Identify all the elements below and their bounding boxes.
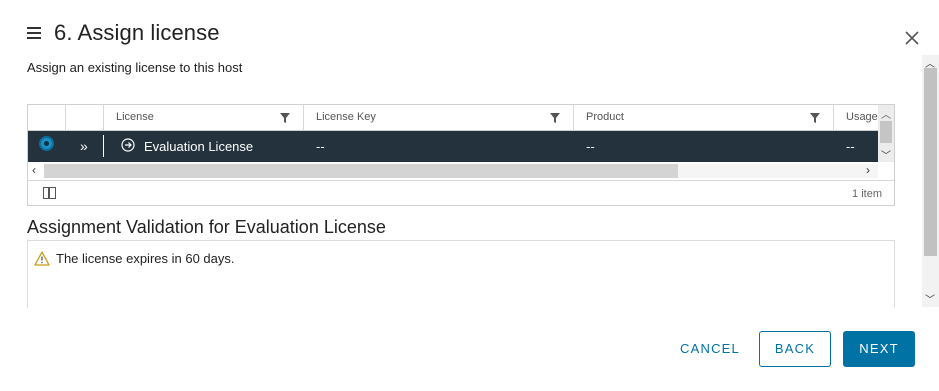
- cancel-button[interactable]: CANCEL: [672, 331, 748, 367]
- column-label: License: [116, 111, 154, 123]
- grid-header: License License Key Product Usage: [28, 105, 878, 131]
- column-header-product[interactable]: Product: [574, 105, 834, 130]
- filter-icon[interactable]: [550, 113, 560, 123]
- column-label: Usage: [846, 111, 878, 123]
- scrollbar-thumb[interactable]: [44, 164, 678, 178]
- table-row[interactable]: » Evaluation License -- -- --: [28, 131, 878, 162]
- dialog-title: 6. Assign license: [54, 20, 220, 45]
- validation-message: The license expires in 60 days.: [56, 251, 235, 266]
- back-button[interactable]: BACK: [759, 331, 831, 367]
- scroll-down-icon[interactable]: ﹀: [925, 291, 935, 306]
- validation-box: The license expires in 60 days.: [27, 240, 895, 308]
- arrow-circle-icon: [121, 138, 135, 152]
- scrollbar-thumb[interactable]: [880, 121, 892, 143]
- cell-product: --: [586, 139, 595, 154]
- column-label: Product: [586, 111, 624, 123]
- hamburger-menu-icon[interactable]: [27, 27, 41, 39]
- cell-license: Evaluation License: [144, 139, 254, 154]
- row-divider: [103, 135, 104, 157]
- select-column-header: [28, 105, 66, 130]
- license-grid: License License Key Product Usage » Eval…: [27, 104, 895, 206]
- grid-footer: 1 item: [28, 180, 894, 206]
- column-label: License Key: [316, 111, 376, 123]
- scroll-left-icon[interactable]: ‹: [32, 163, 36, 177]
- page-vertical-scrollbar[interactable]: ︿ ﹀: [922, 55, 939, 307]
- expand-column-header: [66, 105, 104, 130]
- cell-usage: --: [846, 139, 855, 154]
- warning-icon: [34, 251, 50, 266]
- grid-horizontal-scrollbar[interactable]: ‹ ›: [28, 162, 894, 180]
- validation-title: Assignment Validation for Evaluation Lic…: [27, 217, 386, 237]
- column-toggle-icon[interactable]: [43, 187, 56, 199]
- column-header-license-key[interactable]: License Key: [304, 105, 574, 130]
- grid-vertical-scrollbar[interactable]: ︿ ﹀: [878, 105, 894, 162]
- scroll-right-icon[interactable]: ›: [866, 163, 870, 177]
- row-select-radio[interactable]: [39, 136, 54, 151]
- dialog-subtitle: Assign an existing license to this host: [27, 60, 243, 75]
- filter-icon[interactable]: [810, 113, 820, 123]
- next-button[interactable]: NEXT: [843, 331, 915, 367]
- dialog-header: 6. Assign license: [0, 0, 939, 60]
- filter-icon[interactable]: [280, 113, 290, 123]
- cell-license-key: --: [316, 139, 325, 154]
- column-header-license[interactable]: License: [104, 105, 304, 130]
- expand-row-icon[interactable]: »: [80, 138, 88, 154]
- scroll-down-icon[interactable]: ﹀: [881, 147, 891, 162]
- column-header-usage[interactable]: Usage: [834, 105, 878, 130]
- scroll-up-icon[interactable]: ︿: [881, 106, 891, 121]
- scrollbar-thumb[interactable]: [924, 68, 937, 256]
- close-icon[interactable]: [902, 28, 922, 48]
- item-count: 1 item: [852, 188, 882, 200]
